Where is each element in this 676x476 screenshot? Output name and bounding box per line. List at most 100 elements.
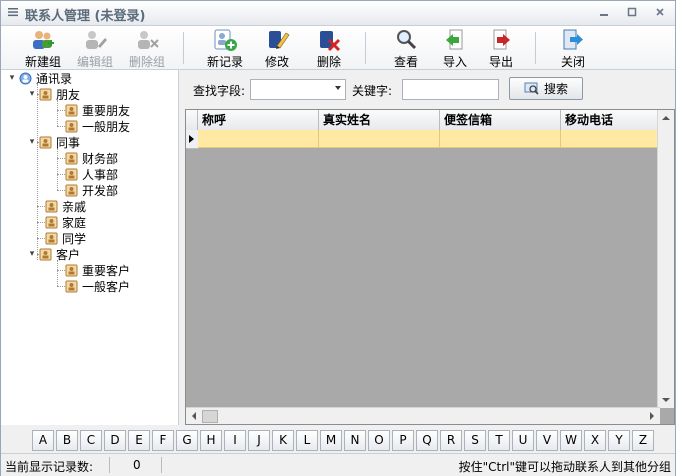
- tree-item-hr[interactable]: 人事部: [65, 166, 118, 182]
- keyword-input[interactable]: [402, 79, 499, 100]
- alpha-button-n[interactable]: N: [344, 430, 366, 451]
- toolbar-separator: [535, 32, 536, 64]
- delete-button[interactable]: 删除: [307, 26, 351, 69]
- table-cell[interactable]: [198, 130, 319, 148]
- alpha-button-u[interactable]: U: [512, 430, 534, 451]
- horizontal-scrollbar[interactable]: [186, 407, 660, 424]
- title-bar: 联系人管理 (未登录): [1, 1, 675, 26]
- view-button[interactable]: 查看: [384, 26, 428, 69]
- search-button-label: 搜索: [543, 82, 568, 96]
- scroll-right-icon[interactable]: [644, 408, 660, 424]
- alpha-button-i[interactable]: I: [224, 430, 246, 451]
- exit-icon: [563, 29, 583, 50]
- alpha-button-f[interactable]: F: [152, 430, 174, 451]
- alpha-button-q[interactable]: Q: [416, 430, 438, 451]
- tree-line: [57, 148, 58, 190]
- edit-group-button[interactable]: 编辑组: [73, 26, 117, 69]
- alpha-button-k[interactable]: K: [272, 430, 294, 451]
- status-separator: [161, 457, 162, 473]
- collapse-chevron-icon[interactable]: ▾: [27, 249, 37, 259]
- search-field-select[interactable]: [250, 79, 346, 100]
- import-button[interactable]: 导入: [433, 26, 477, 69]
- alpha-button-x[interactable]: X: [584, 430, 606, 451]
- new-group-button[interactable]: 新建组: [21, 26, 65, 69]
- app-menu-icon[interactable]: [7, 6, 19, 18]
- tree-group-label: 客户: [56, 247, 81, 262]
- alpha-button-h[interactable]: H: [200, 430, 222, 451]
- tree-item-label: 开发部: [82, 183, 119, 198]
- alpha-button-w[interactable]: W: [560, 430, 582, 451]
- delete-group-button[interactable]: 删除组: [125, 26, 169, 69]
- tree-group-colleagues[interactable]: ▾ 同事: [27, 134, 80, 150]
- import-icon: [446, 29, 463, 50]
- tree-line: [37, 222, 45, 223]
- table-cell[interactable]: [319, 130, 440, 148]
- dropdown-arrow-icon: [335, 86, 341, 90]
- restore-button[interactable]: [625, 5, 639, 19]
- export-label: 导出: [488, 55, 513, 69]
- search-button[interactable]: 搜索: [509, 77, 583, 100]
- scroll-down-icon[interactable]: [658, 392, 674, 408]
- keyword-label: 关键字:: [352, 84, 393, 98]
- search-field-label: 查找字段:: [193, 84, 246, 98]
- collapse-chevron-icon[interactable]: ▾: [27, 89, 37, 99]
- vertical-scrollbar[interactable]: [657, 110, 674, 408]
- new-record-button[interactable]: 新记录: [203, 26, 247, 69]
- scroll-up-icon[interactable]: [658, 110, 674, 126]
- alpha-button-p[interactable]: P: [392, 430, 414, 451]
- tree-group-classmates[interactable]: 同学: [45, 230, 86, 246]
- tree-item-important-customers[interactable]: 重要客户: [65, 262, 130, 278]
- tree-item-general-customers[interactable]: 一般客户: [65, 278, 130, 294]
- tree-root[interactable]: ▾ 通讯录: [7, 70, 72, 86]
- close-app-button[interactable]: 关闭: [551, 26, 595, 69]
- collapse-chevron-icon[interactable]: ▾: [7, 73, 17, 83]
- column-header[interactable]: 移动电话: [561, 110, 660, 130]
- collapse-chevron-icon[interactable]: ▾: [27, 137, 37, 147]
- column-header[interactable]: 便签信箱: [440, 110, 561, 130]
- tree-group-relatives[interactable]: 亲戚: [45, 198, 86, 214]
- tree-item-finance[interactable]: 财务部: [65, 150, 118, 166]
- alpha-button-y[interactable]: Y: [608, 430, 630, 451]
- contact-card-icon: [65, 168, 78, 180]
- table-cell[interactable]: [440, 130, 561, 148]
- tree-group-family[interactable]: 家庭: [45, 214, 86, 230]
- scroll-left-icon[interactable]: [186, 408, 202, 424]
- contact-card-icon: [65, 184, 78, 196]
- tree-group-friends[interactable]: ▾ 朋友: [27, 86, 80, 102]
- alpha-button-m[interactable]: M: [320, 430, 342, 451]
- close-button[interactable]: [653, 5, 667, 19]
- tree-group-label: 亲戚: [62, 199, 87, 214]
- alpha-button-j[interactable]: J: [248, 430, 270, 451]
- alpha-button-c[interactable]: C: [80, 430, 102, 451]
- alpha-button-v[interactable]: V: [536, 430, 558, 451]
- alpha-button-z[interactable]: Z: [632, 430, 654, 451]
- alpha-button-d[interactable]: D: [104, 430, 126, 451]
- alpha-button-t[interactable]: T: [488, 430, 510, 451]
- tree-item-development[interactable]: 开发部: [65, 182, 118, 198]
- alpha-button-g[interactable]: G: [176, 430, 198, 451]
- pane-splitter[interactable]: [179, 70, 184, 425]
- alpha-button-o[interactable]: O: [368, 430, 390, 451]
- column-header[interactable]: 称呼: [198, 110, 319, 130]
- tree-line: [57, 286, 65, 287]
- scroll-thumb[interactable]: [202, 410, 218, 423]
- alpha-button-r[interactable]: R: [440, 430, 462, 451]
- table-cell[interactable]: [561, 130, 660, 148]
- tree-group-label: 家庭: [62, 215, 87, 230]
- minimize-button[interactable]: [597, 5, 611, 19]
- alpha-button-a[interactable]: A: [32, 430, 54, 451]
- search-icon: [524, 82, 539, 95]
- alpha-button-l[interactable]: L: [296, 430, 318, 451]
- tree-item-general-friends[interactable]: 一般朋友: [65, 118, 130, 134]
- tree-group-customers[interactable]: ▾ 客户: [27, 246, 80, 262]
- alpha-button-s[interactable]: S: [464, 430, 486, 451]
- tree-item-important-friends[interactable]: 重要朋友: [65, 102, 130, 118]
- restore-icon: [627, 7, 637, 17]
- column-header[interactable]: 真实姓名: [319, 110, 440, 130]
- alpha-button-b[interactable]: B: [56, 430, 78, 451]
- modify-button[interactable]: 修改: [255, 26, 299, 69]
- alpha-button-e[interactable]: E: [128, 430, 150, 451]
- export-button[interactable]: 导出: [479, 26, 523, 69]
- contact-card-icon: [45, 216, 58, 228]
- contact-card-icon: [39, 248, 52, 260]
